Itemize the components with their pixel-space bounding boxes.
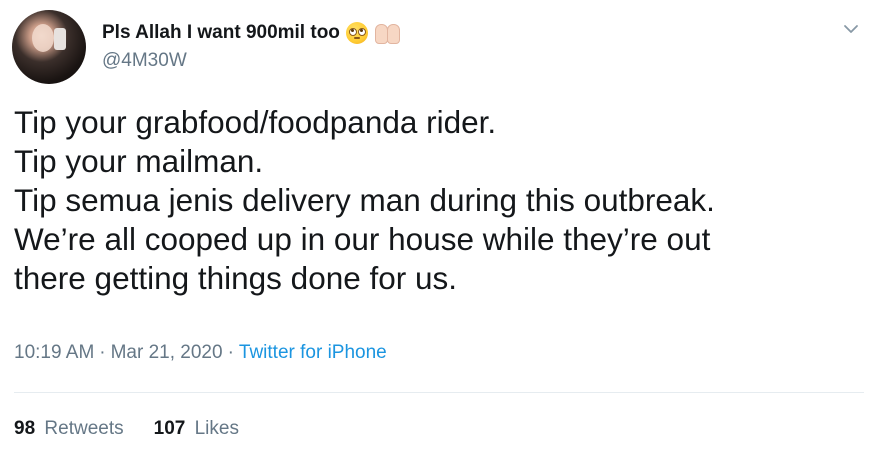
likes-count: 107 (153, 418, 186, 439)
retweets-label: Retweets (44, 418, 124, 439)
likes-label: Likes (194, 418, 239, 439)
tweet-time[interactable]: 10:19 AM (14, 342, 94, 363)
avatar[interactable] (12, 10, 86, 84)
avatar-phone (54, 28, 66, 50)
divider (14, 392, 864, 393)
meta-separator: · (227, 342, 234, 363)
tweet-text: Tip your grabfood/foodpanda rider. Tip y… (14, 103, 864, 298)
likes-stat[interactable]: 107 Likes (154, 418, 239, 440)
author-display-name[interactable]: Pls Allah I want 900mil too (102, 22, 340, 44)
retweets-count: 98 (14, 418, 36, 439)
folded-hands-emoji-icon (374, 22, 400, 44)
retweets-stat[interactable]: 98 Retweets (14, 418, 124, 440)
tweet-line: Tip semua jenis delivery man during this… (14, 182, 715, 218)
pleading-face-emoji-icon (345, 22, 368, 44)
tweet-source-link[interactable]: Twitter for iPhone (239, 342, 387, 363)
tweet-card: Pls Allah I want 900mil too @4M30W Tip y… (0, 0, 882, 466)
meta-separator: · (99, 342, 106, 363)
tweet-line: Tip your grabfood/foodpanda rider. (14, 104, 497, 140)
tweet-meta: 10:19 AM · Mar 21, 2020 · Twitter for iPhone (14, 342, 387, 364)
avatar-face (32, 24, 54, 52)
tweet-stats: 98 Retweets 107 Likes (14, 418, 239, 440)
author-name-row: Pls Allah I want 900mil too (102, 20, 400, 46)
tweet-line: Tip your mailman. (14, 143, 264, 179)
author-handle[interactable]: @4M30W (102, 50, 187, 72)
chevron-down-icon[interactable] (840, 18, 862, 40)
tweet-line: We’re all cooped up in our house while t… (14, 221, 711, 257)
tweet-date[interactable]: Mar 21, 2020 (111, 342, 223, 363)
tweet-line: there getting things done for us. (14, 260, 458, 296)
